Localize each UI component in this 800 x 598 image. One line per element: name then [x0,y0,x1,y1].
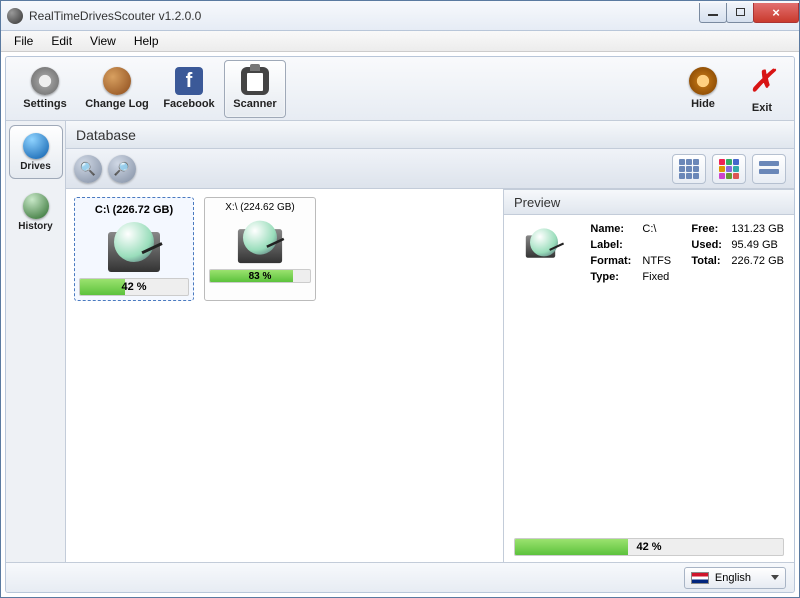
hide-label: Hide [691,98,715,110]
exit-button[interactable]: ✗ Exit [738,60,786,118]
tab-drives-label: Drives [20,161,51,172]
search-button[interactable]: 🔎 [108,155,136,183]
database-toolbar: 🔍 🔎 [66,149,794,189]
hdd-icon [104,220,164,272]
toolbar: Settings Change Log Facebook Scanner Hid… [6,57,794,121]
drives-grid: C:\ (226.72 GB) 42 % X:\ (224.62 GB) [66,189,504,562]
maximize-button[interactable] [726,3,754,23]
main-panel: Database 🔍 🔎 C:\ (226.72 GB) [66,121,794,562]
hdd-icon [523,227,558,258]
menu-view[interactable]: View [81,32,125,50]
v-label [642,239,687,251]
drive-percent: 83 % [249,271,272,282]
drives-icon [23,133,49,159]
body: Drives History Database 🔍 🔎 [6,121,794,562]
drive-progress: 83 % [209,269,311,283]
x-icon: ✗ [749,64,774,99]
v-type: Fixed [642,271,687,283]
window-title: RealTimeDrivesScouter v1.2.0.0 [29,9,700,23]
v-free: 131.23 GB [731,223,784,235]
drive-percent: 42 % [121,281,146,293]
menu-file[interactable]: File [5,32,42,50]
side-tabs: Drives History [6,121,66,562]
facebook-button[interactable]: Facebook [158,60,220,118]
preview-header: Preview [504,189,794,215]
facebook-label: Facebook [163,98,214,110]
view-small-icons[interactable] [712,154,746,184]
language-label: English [715,572,751,584]
preview-percent: 42 % [636,541,661,553]
v-format: NTFS [642,255,687,267]
drive-title: C:\ (226.72 GB) [79,204,189,216]
k-used: Used: [691,239,727,251]
statusbar: English [6,562,794,592]
tab-history[interactable]: History [9,185,63,239]
v-used: 95.49 GB [731,239,784,251]
tab-history-label: History [18,221,52,232]
eye-icon [689,67,717,95]
changelog-button[interactable]: Change Log [80,60,154,118]
facebook-icon [175,67,203,95]
v-total: 226.72 GB [731,255,784,267]
k-free: Free: [691,223,727,235]
app-window: RealTimeDrivesScouter v1.2.0.0 × File Ed… [0,0,800,598]
k-total: Total: [691,255,727,267]
main-frame: Settings Change Log Facebook Scanner Hid… [5,56,795,593]
v-name: C:\ [642,223,687,235]
drive-card[interactable]: C:\ (226.72 GB) 42 % [74,197,194,301]
menubar: File Edit View Help [1,31,799,52]
settings-button[interactable]: Settings [14,60,76,118]
hide-button[interactable]: Hide [672,60,734,118]
chevron-down-icon [771,575,779,580]
clipboard-icon [241,67,269,95]
scanner-button[interactable]: Scanner [224,60,286,118]
exit-label: Exit [752,102,772,114]
scanner-label: Scanner [233,98,276,110]
drive-progress: 42 % [79,278,189,296]
view-large-icons[interactable] [672,154,706,184]
preview-progress: 42 % [514,538,784,556]
close-button[interactable]: × [753,3,799,23]
k-type: Type: [590,271,638,283]
content: C:\ (226.72 GB) 42 % X:\ (224.62 GB) [66,189,794,562]
app-icon [7,8,23,24]
settings-label: Settings [23,98,66,110]
k-name: Name: [590,223,638,235]
gear-icon [31,67,59,95]
preview-panel: Preview Name: C:\ Free: 131.23 GB Label: U… [504,189,794,562]
tab-drives[interactable]: Drives [9,125,63,179]
view-list[interactable] [752,154,786,184]
preview-body: Name: C:\ Free: 131.23 GB Label: Used: 95.4… [504,215,794,562]
refresh-button[interactable]: 🔍 [74,155,102,183]
drive-card[interactable]: X:\ (224.62 GB) 83 % [204,197,316,301]
titlebar: RealTimeDrivesScouter v1.2.0.0 × [1,1,799,31]
language-selector[interactable]: English [684,567,786,589]
history-icon [23,193,49,219]
minimize-button[interactable] [699,3,727,23]
drive-title: X:\ (224.62 GB) [209,202,311,213]
menu-help[interactable]: Help [125,32,168,50]
preview-grid: Name: C:\ Free: 131.23 GB Label: Used: 95.4… [590,223,784,283]
log-icon [103,67,131,95]
menu-edit[interactable]: Edit [42,32,81,50]
window-controls: × [700,3,799,23]
database-header: Database [66,121,794,149]
k-format: Format: [590,255,638,267]
flag-icon [691,572,709,584]
hdd-icon [235,219,286,263]
k-label: Label: [590,239,638,251]
changelog-label: Change Log [85,98,149,110]
